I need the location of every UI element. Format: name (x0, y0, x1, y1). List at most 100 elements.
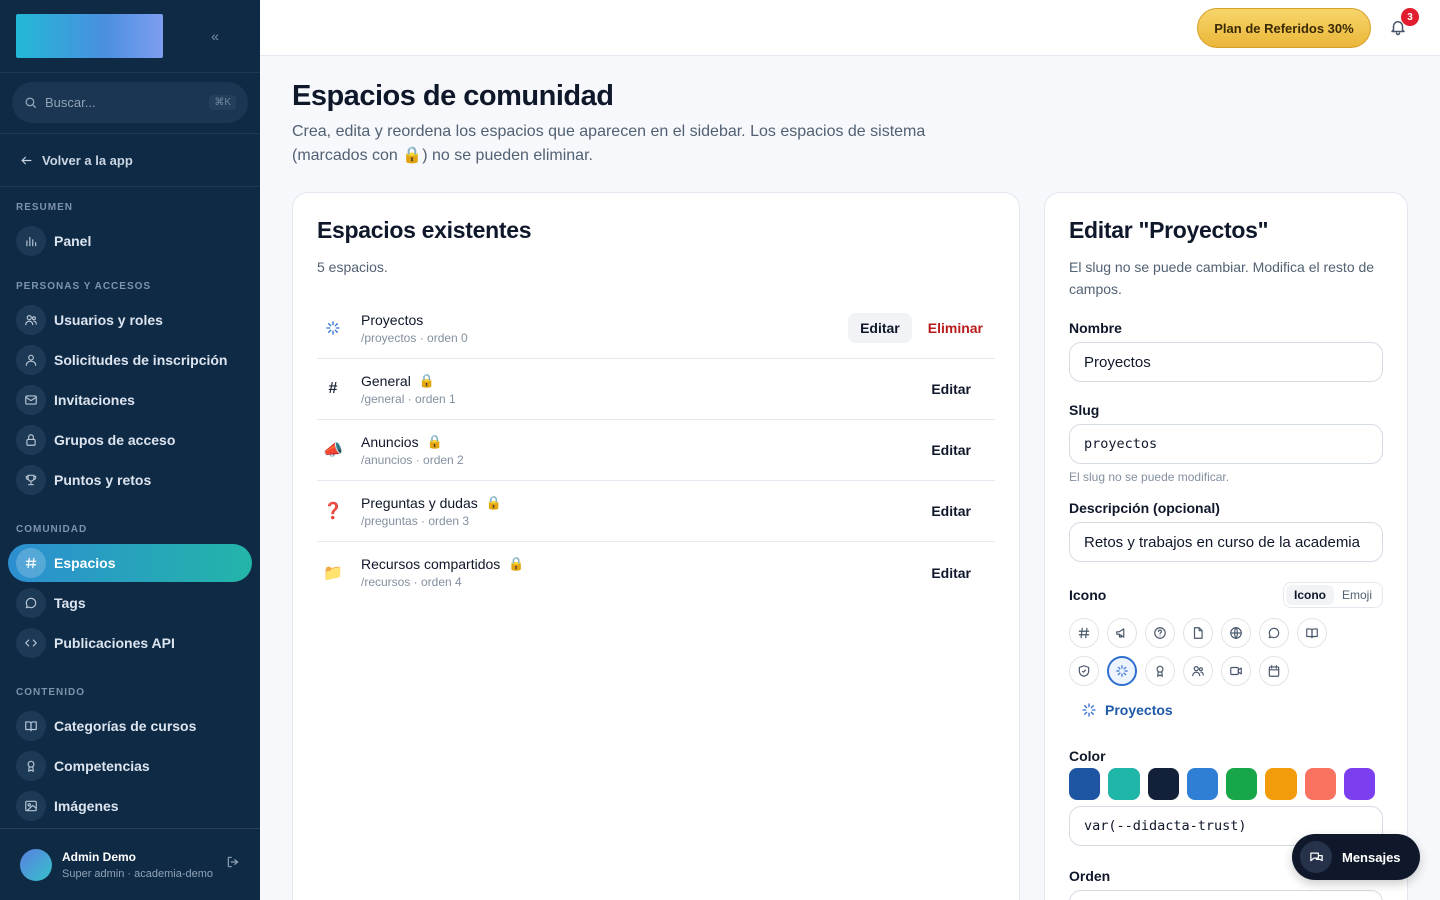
color-swatch[interactable] (1186, 768, 1218, 800)
slug-hint: El slug no se puede modificar. (1069, 470, 1230, 484)
sidebar-item-label: Usuarios y roles (54, 312, 163, 328)
icon-mode-icon-tab[interactable]: Icono (1285, 585, 1334, 605)
brand-logo[interactable] (16, 14, 163, 58)
section-title-comunidad: COMUNIDAD (16, 524, 88, 535)
award-icon[interactable] (1145, 656, 1175, 686)
back-to-app-link[interactable]: Volver a la app (0, 134, 260, 187)
sidebar-item-label: Espacios (54, 555, 116, 571)
user-role: Super admin · academia-demo (62, 867, 214, 880)
space-meta: /recursos · orden 4 (361, 575, 462, 589)
sidebar-item-tags[interactable]: Tags (8, 584, 252, 622)
user-profile[interactable]: Admin Demo Super admin · academia-demo (0, 828, 260, 900)
video-icon[interactable] (1221, 656, 1251, 686)
users-icon (16, 305, 46, 335)
trophy-icon (16, 465, 46, 495)
topbar: Plan de Referidos 30% 3 (260, 0, 1440, 56)
lock-emoji-icon: 🔒 (418, 372, 435, 388)
space-name: General (361, 372, 411, 389)
sidebar-item-label: Grupos de acceso (54, 432, 176, 448)
color-swatch[interactable] (1304, 768, 1336, 800)
messages-label: Mensajes (1342, 849, 1401, 865)
sidebar-header: « (0, 0, 260, 73)
sidebar-item-invitaciones[interactable]: Invitaciones (8, 381, 252, 419)
icon-mode-emoji-tab[interactable]: Emoji (1334, 585, 1380, 605)
sidebar-item-categorias[interactable]: Categorías de cursos (8, 707, 252, 745)
color-swatch[interactable] (1069, 768, 1101, 800)
icon-preview-label: Proyectos (1105, 702, 1173, 718)
globe-icon[interactable] (1221, 618, 1251, 648)
bar-chart-icon (16, 226, 46, 256)
shield-icon[interactable] (1069, 656, 1099, 686)
delete-space-button[interactable]: Eliminar (920, 313, 983, 343)
description-field[interactable]: Retos y trabajos en curso de la academia (1069, 522, 1383, 562)
sidebar-item-panel[interactable]: Panel (8, 222, 252, 260)
list-item: ❓ Preguntas y dudas 🔒 /preguntas · orden … (317, 481, 995, 542)
edit-space-button[interactable]: Editar (848, 313, 912, 343)
file-icon[interactable] (1183, 618, 1213, 648)
color-swatch[interactable] (1147, 768, 1179, 800)
edit-space-button[interactable]: Editar (919, 435, 983, 465)
page-description-text: Crea, edita y reordena los espacios que … (292, 123, 926, 164)
color-swatch[interactable] (1108, 768, 1140, 800)
section-title-personas: PERSONAS Y ACCESOS (16, 281, 152, 292)
name-label: Nombre (1069, 320, 1122, 336)
collapse-sidebar-icon[interactable]: « (203, 28, 227, 44)
users-icon[interactable] (1183, 656, 1213, 686)
search-icon (25, 97, 37, 109)
space-meta: /preguntas · orden 3 (361, 513, 470, 528)
color-swatch[interactable] (1343, 768, 1375, 800)
color-swatch[interactable] (1265, 768, 1297, 800)
code-icon (16, 628, 46, 658)
slug-field[interactable]: proyectos (1069, 424, 1383, 464)
avatar (20, 848, 52, 881)
sidebar: « Buscar... ⌘K Volver a la app RESUMEN P… (0, 0, 260, 900)
notification-badge: 3 (1401, 8, 1419, 26)
back-label: Volver a la app (42, 152, 133, 168)
logout-icon[interactable] (226, 855, 240, 874)
space-meta: /proyectos · orden 0 (361, 330, 468, 345)
sidebar-item-label: Puntos y retos (54, 472, 152, 488)
edit-space-button[interactable]: Editar (919, 374, 983, 404)
sidebar-item-competencias[interactable]: Competencias (8, 747, 252, 785)
hash-icon (16, 548, 46, 578)
lock-icon (16, 425, 46, 455)
color-label: Color (1069, 748, 1106, 764)
sidebar-item-publicaciones[interactable]: Publicaciones API (8, 624, 252, 662)
sidebar-item-espacios[interactable]: Espacios (8, 544, 252, 582)
megaphone-icon[interactable] (1107, 618, 1137, 648)
sidebar-item-label: Competencias (54, 758, 150, 774)
order-field[interactable]: 0 (1069, 890, 1383, 900)
page-title: Espacios de comunidad (292, 80, 614, 112)
calendar-icon[interactable] (1259, 656, 1289, 686)
edit-space-button[interactable]: Editar (919, 558, 983, 588)
sidebar-item-puntos[interactable]: Puntos y retos (8, 461, 252, 499)
color-swatch[interactable] (1226, 768, 1258, 800)
space-meta: /general · orden 1 (361, 391, 456, 406)
name-field[interactable]: Proyectos (1069, 342, 1383, 382)
sidebar-item-grupos[interactable]: Grupos de acceso (8, 421, 252, 459)
hash-icon[interactable] (1069, 618, 1099, 648)
question-icon: ❓ (323, 503, 343, 520)
page-description: Crea, edita y reordena los espacios que … (292, 120, 992, 168)
edit-space-button[interactable]: Editar (919, 496, 983, 526)
lock-emoji-icon: 🔒 (426, 433, 443, 449)
sidebar-item-label: Tags (54, 595, 86, 611)
chat-icon[interactable] (1259, 618, 1289, 648)
award-icon (16, 751, 46, 781)
sidebar-item-solicitudes[interactable]: Solicitudes de inscripción (8, 341, 252, 379)
sparkle-icon[interactable] (1107, 656, 1137, 686)
edit-space-subtitle: El slug no se puede cambiar. Modifica el… (1069, 259, 1375, 297)
edit-space-card: Editar "Proyectos" El slug no se puede c… (1044, 192, 1408, 900)
referral-plan-button[interactable]: Plan de Referidos 30% (1197, 8, 1371, 48)
sidebar-item-imagenes[interactable]: Imágenes (8, 787, 252, 825)
spaces-list: Proyectos /proyectos · orden 0 Editar El… (317, 298, 995, 603)
slug-label: Slug (1069, 402, 1100, 418)
sidebar-item-usuarios[interactable]: Usuarios y roles (8, 301, 252, 339)
book-icon[interactable] (1297, 618, 1327, 648)
messages-button[interactable]: Mensajes (1292, 834, 1420, 880)
space-name: Anuncios (361, 433, 419, 450)
question-icon[interactable] (1145, 618, 1175, 648)
spaces-list-card: Espacios existentes 5 espacios. Proyecto… (292, 192, 1020, 900)
list-item: 📁 Recursos compartidos 🔒 /recursos · orde… (317, 542, 995, 603)
sidebar-search-input[interactable]: Buscar... ⌘K (12, 82, 248, 123)
